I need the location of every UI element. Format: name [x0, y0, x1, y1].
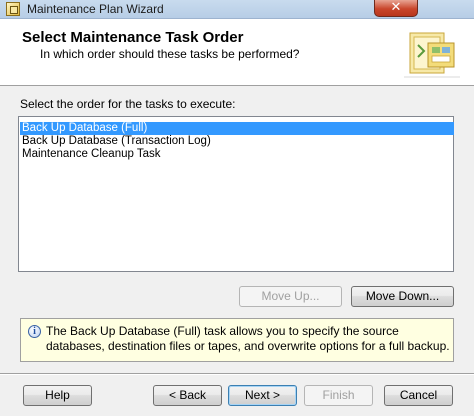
wizard-app-icon [6, 2, 20, 16]
cancel-button[interactable]: Cancel [384, 385, 453, 406]
task-description-text: The Back Up Database (Full) task allows … [46, 324, 450, 353]
window-title: Maintenance Plan Wizard [27, 2, 164, 16]
move-down-button[interactable]: Move Down... [351, 286, 454, 307]
next-button[interactable]: Next > [228, 385, 297, 406]
info-icon: i [28, 325, 41, 338]
task-order-list[interactable]: Back Up Database (Full) Back Up Database… [18, 116, 454, 272]
wizard-banner-art [404, 25, 460, 81]
page-subtitle: In which order should these tasks be per… [40, 47, 300, 61]
wizard-header: Select Maintenance Task Order In which o… [0, 19, 474, 86]
task-order-label: Select the order for the tasks to execut… [20, 97, 236, 111]
move-up-button[interactable]: Move Up... [239, 286, 342, 307]
finish-button[interactable]: Finish [304, 385, 373, 406]
title-bar[interactable]: Maintenance Plan Wizard [0, 0, 474, 19]
list-item[interactable]: Maintenance Cleanup Task [20, 148, 454, 161]
task-description-box: i The Back Up Database (Full) task allow… [20, 318, 454, 362]
page-title: Select Maintenance Task Order [22, 29, 244, 46]
help-button[interactable]: Help [23, 385, 92, 406]
list-item[interactable]: Back Up Database (Full) [20, 122, 454, 135]
list-item[interactable]: Back Up Database (Transaction Log) [20, 135, 454, 148]
back-button[interactable]: < Back [153, 385, 222, 406]
footer-divider [0, 373, 474, 375]
close-icon[interactable] [374, 0, 418, 17]
